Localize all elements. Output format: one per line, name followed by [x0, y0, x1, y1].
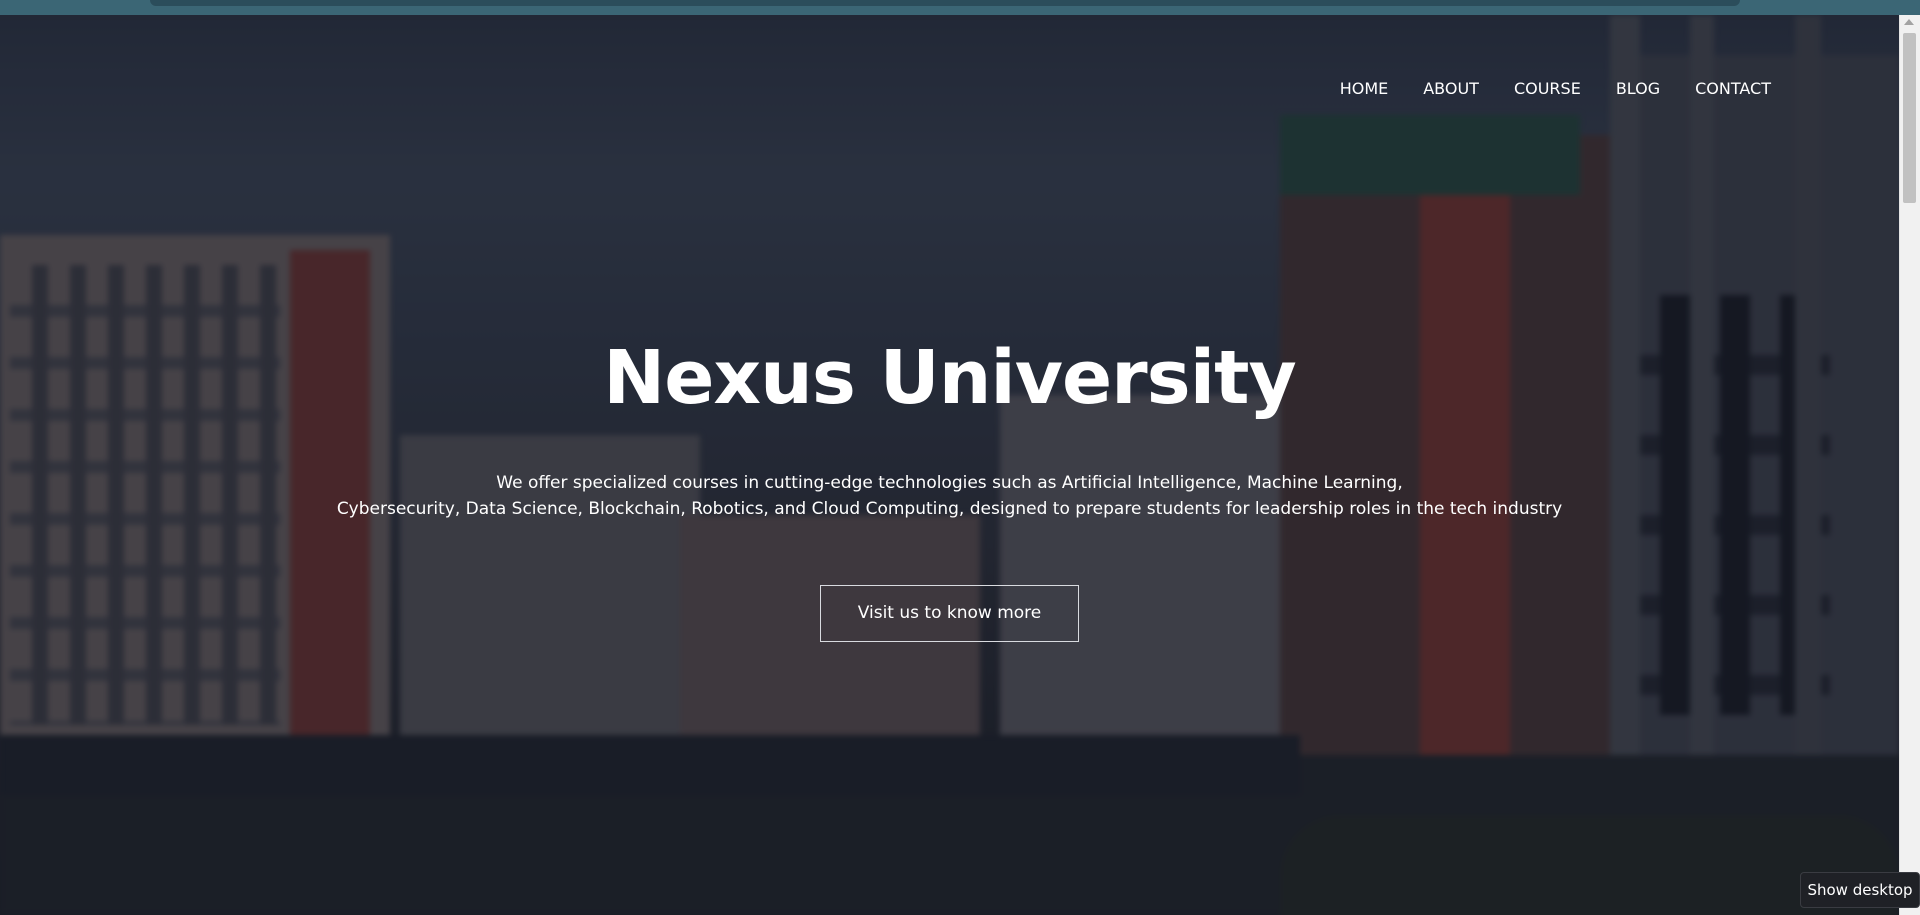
visit-us-button[interactable]: Visit us to know more [820, 585, 1079, 642]
scroll-up-arrow-icon[interactable] [1904, 19, 1914, 25]
hero-title: Nexus University [603, 335, 1296, 421]
main-nav: HOME ABOUT COURSE BLOG CONTACT [1340, 79, 1771, 98]
scrollbar-thumb[interactable] [1903, 33, 1916, 203]
dark-overlay [0, 15, 1899, 915]
address-bar-edge [150, 0, 1740, 6]
nav-about[interactable]: ABOUT [1423, 79, 1479, 98]
hero-description: We offer specialized courses in cutting-… [0, 470, 1899, 522]
hero-description-line-2: Cybersecurity, Data Science, Blockchain,… [336, 499, 1563, 519]
nav-home[interactable]: HOME [1340, 79, 1389, 98]
browser-top-strip [0, 0, 1920, 15]
nav-contact[interactable]: CONTACT [1695, 79, 1771, 98]
nav-course[interactable]: COURSE [1514, 79, 1581, 98]
hero-description-line-1: We offer specialized courses in cutting-… [496, 473, 1403, 493]
nav-blog[interactable]: BLOG [1616, 79, 1660, 98]
hero-section: HOME ABOUT COURSE BLOG CONTACT Nexus Uni… [0, 15, 1899, 915]
show-desktop-tooltip: Show desktop [1800, 872, 1920, 908]
